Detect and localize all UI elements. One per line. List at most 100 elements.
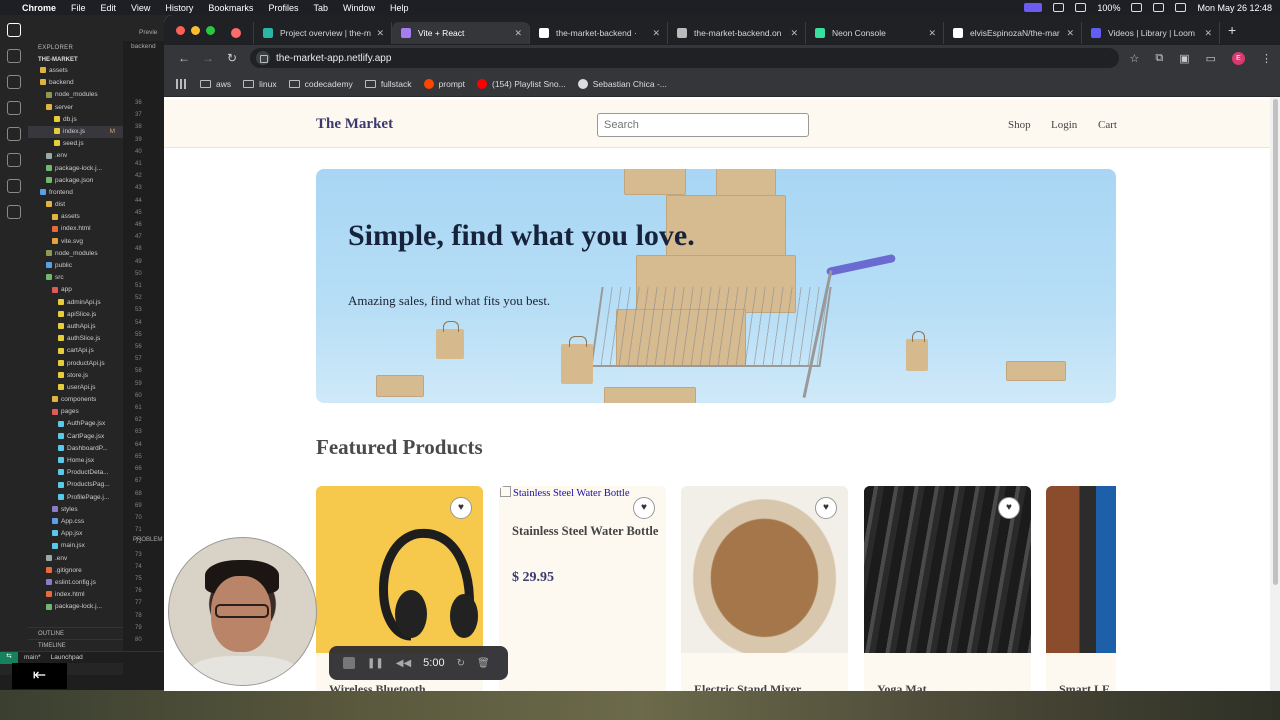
file-tree-item[interactable]: .env	[28, 553, 123, 565]
file-tree-item[interactable]: app	[28, 284, 123, 296]
close-tab-icon[interactable]: ✕	[1204, 22, 1212, 44]
file-tree-item[interactable]: App.jsx	[28, 528, 123, 540]
file-tree-item[interactable]: dist	[28, 199, 123, 211]
product-image-tv[interactable]	[1046, 486, 1116, 653]
heart-icon[interactable]: ♥	[815, 497, 837, 519]
menu-profiles[interactable]: Profiles	[268, 3, 298, 13]
bookmark-item[interactable]: Sebastian Chica -...	[577, 78, 667, 89]
timeline-icon[interactable]	[7, 179, 21, 193]
menu-window[interactable]: Window	[343, 3, 375, 13]
file-tree-item[interactable]: DashboardP...	[28, 443, 123, 455]
delete-icon[interactable]: 🗑	[477, 658, 490, 669]
docker-icon[interactable]	[7, 205, 21, 219]
scrollbar-thumb[interactable]	[1273, 99, 1278, 585]
browser-tab[interactable]: elvisEspinozaN/the-mar ✕	[944, 22, 1082, 44]
product-name[interactable]: Electric Stand Mixer	[694, 682, 801, 691]
product-name[interactable]: Stainless Steel Water Bottle	[512, 524, 662, 538]
browser-tab[interactable]: Neon Console ✕	[806, 22, 944, 44]
launchpad-status[interactable]: Launchpad	[51, 654, 83, 661]
heart-icon[interactable]: ♥	[633, 497, 655, 519]
rewind-icon[interactable]: ◀◀	[396, 658, 411, 669]
file-tree-item[interactable]: src	[28, 272, 123, 284]
menu-file[interactable]: File	[71, 3, 86, 13]
file-tree-item[interactable]: node_modules	[28, 89, 123, 101]
file-tree-item[interactable]: ProductDeta...	[28, 467, 123, 479]
file-tree-item[interactable]: Home.jsx	[28, 455, 123, 467]
file-tree-item[interactable]: seed.js	[28, 138, 123, 150]
reload-icon[interactable]: ↻	[220, 51, 244, 65]
bookmark-item[interactable]: prompt	[423, 78, 465, 89]
menu-bookmarks[interactable]: Bookmarks	[208, 3, 253, 13]
file-tree-item[interactable]: index.html	[28, 223, 123, 235]
file-tree-item[interactable]: CartPage.jsx	[28, 431, 123, 443]
browser-tab[interactable]: Videos | Library | Loom ✕	[1082, 22, 1220, 44]
file-tree-item[interactable]: package.json	[28, 175, 123, 187]
project-root[interactable]: THE-MARKET	[28, 55, 123, 65]
menu-history[interactable]: History	[165, 3, 193, 13]
search-input[interactable]	[597, 113, 809, 137]
file-tree-item[interactable]: store.js	[28, 370, 123, 382]
close-tab-icon[interactable]: ✕	[652, 22, 660, 44]
file-tree-item[interactable]: AuthPage.jsx	[28, 418, 123, 430]
browser-tab[interactable]	[225, 22, 254, 44]
problems-tab[interactable]: PROBLEM	[133, 537, 162, 543]
bluetooth-icon[interactable]	[1075, 3, 1087, 12]
file-tree-item[interactable]: cartApi.js	[28, 345, 123, 357]
browser-tab[interactable]: the-market-backend.on ✕	[668, 22, 806, 44]
profile-avatar[interactable]: E	[1232, 51, 1245, 65]
wifi-icon[interactable]	[1153, 3, 1165, 12]
file-tree-item[interactable]: authApi.js	[28, 321, 123, 333]
file-tree-item[interactable]: eslint.config.js	[28, 577, 123, 589]
search-icon[interactable]	[7, 49, 21, 63]
file-tree-item[interactable]: index.js M	[28, 125, 123, 139]
nav-shop[interactable]: Shop	[1008, 119, 1031, 131]
address-bar[interactable]: the-market-app.netlify.app	[250, 48, 1120, 68]
url-text[interactable]: the-market-app.netlify.app	[276, 53, 391, 64]
minimize-window-button[interactable]	[191, 25, 200, 35]
extensions-icon[interactable]	[7, 127, 21, 141]
extensions-icon[interactable]: ⧉	[1155, 52, 1163, 65]
browser-tab[interactable]: Vite + React ✕	[392, 22, 530, 44]
site-brand[interactable]: The Market	[316, 116, 393, 133]
close-tab-icon[interactable]: ✕	[514, 22, 522, 44]
downloads-icon[interactable]: ▭	[1206, 52, 1216, 65]
close-window-button[interactable]	[176, 25, 185, 35]
bookmark-item[interactable]: aws	[200, 79, 231, 89]
file-tree-item[interactable]: backend	[28, 77, 123, 89]
search-icon[interactable]	[1175, 3, 1187, 12]
product-card[interactable]: Smart LE	[1046, 486, 1116, 691]
branch-status[interactable]: main*	[24, 654, 41, 661]
side-panel-icon[interactable]: ▣	[1179, 52, 1189, 65]
product-card[interactable]: ♥ Electric Stand Mixer	[681, 486, 848, 691]
menu-tab[interactable]: Tab	[313, 3, 328, 13]
product-name[interactable]: Smart LE	[1059, 682, 1110, 691]
status-icon[interactable]	[1053, 3, 1065, 12]
file-tree-item[interactable]: pages	[28, 406, 123, 418]
file-tree-item[interactable]: adminApi.js	[28, 297, 123, 309]
heart-icon[interactable]: ♥	[998, 497, 1020, 519]
bookmark-star-icon[interactable]: ☆	[1129, 52, 1139, 65]
menu-view[interactable]: View	[131, 3, 150, 13]
explorer-icon[interactable]	[7, 23, 21, 37]
back-arrow-icon[interactable]: ⇤	[12, 663, 67, 689]
file-tree-item[interactable]: ProfilePage.j...	[28, 492, 123, 504]
file-tree-item[interactable]: public	[28, 260, 123, 272]
heart-icon[interactable]: ♥	[450, 497, 472, 519]
file-tree-item[interactable]: index.html	[28, 589, 123, 601]
close-tab-icon[interactable]: ✕	[1066, 22, 1074, 44]
file-tree-item[interactable]: main.jsx	[28, 540, 123, 552]
file-tree-item[interactable]: .gitignore	[28, 565, 123, 577]
remote-indicator-icon[interactable]: ⇆	[0, 651, 18, 664]
broken-image[interactable]: Stainless Steel Water Bottle	[500, 486, 629, 499]
bookmark-item[interactable]: (154) Playlist Sno...	[477, 78, 566, 89]
product-card[interactable]: Stainless Steel Water Bottle ♥ Stainless…	[499, 486, 666, 691]
file-tree-item[interactable]: App.css	[28, 516, 123, 528]
file-tree-item[interactable]: frontend	[28, 187, 123, 199]
browser-tab[interactable]: the-market-backend · ✕	[530, 22, 668, 44]
zoom-window-button[interactable]	[206, 25, 215, 35]
stop-recording-icon[interactable]	[343, 657, 355, 669]
file-tree-item[interactable]: ProductsPag...	[28, 479, 123, 491]
restart-icon[interactable]: ↻	[457, 658, 465, 669]
file-tree-item[interactable]: assets	[28, 211, 123, 223]
file-tree-item[interactable]: apiSlice.js	[28, 309, 123, 321]
